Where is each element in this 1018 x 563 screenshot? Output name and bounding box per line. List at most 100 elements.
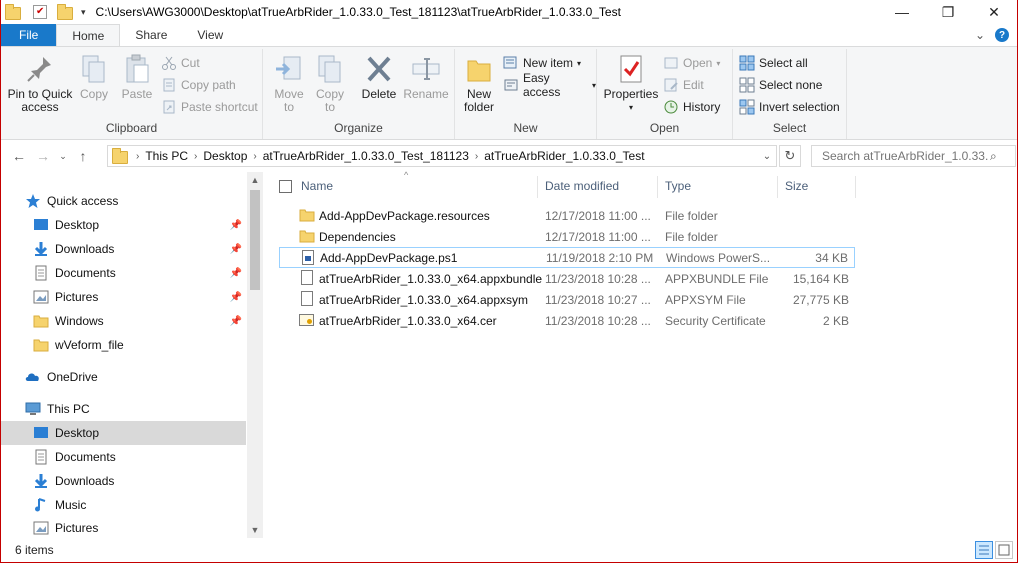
pin-icon: [25, 53, 55, 85]
scroll-up-icon[interactable]: ▲: [247, 172, 263, 188]
nav-pc-documents[interactable]: Documents: [1, 445, 246, 469]
window-title: C:\Users\AWG3000\Desktop\atTrueArbRider_…: [95, 5, 621, 19]
folder-icon: [112, 147, 128, 164]
refresh-button[interactable]: ↻: [779, 145, 801, 167]
file-row[interactable]: Add-AppDevPackage.resources 12/17/2018 1…: [279, 205, 855, 226]
rename-button[interactable]: Rename: [403, 53, 449, 101]
copy-button[interactable]: Copy: [77, 53, 111, 101]
nav-qa-documents[interactable]: Documents 📌: [1, 261, 246, 285]
address-bar[interactable]: › This PC › Desktop › atTrueArbRider_1.0…: [107, 145, 777, 167]
column-header-size[interactable]: Size: [785, 172, 855, 200]
maximize-button[interactable]: ❐: [925, 0, 971, 24]
address-dropdown-icon[interactable]: ⌄: [757, 145, 777, 167]
nav-qa-wveform-file[interactable]: wVeform_file: [1, 333, 246, 357]
paste-button[interactable]: Paste: [117, 53, 157, 101]
copy-to-button[interactable]: Copy to: [313, 53, 347, 114]
select-none-button[interactable]: Select none: [739, 75, 822, 95]
nav-this-pc[interactable]: This PC: [1, 397, 246, 421]
file-row[interactable]: atTrueArbRider_1.0.33.0_x64.cer 11/23/20…: [279, 310, 855, 331]
nav-qa-desktop[interactable]: Desktop 📌: [1, 213, 246, 237]
copy-path-icon: [161, 77, 177, 93]
chevron-right-icon: ›: [194, 150, 198, 162]
details-view-button[interactable]: [975, 541, 993, 559]
new-folder-button[interactable]: New folder: [461, 53, 497, 114]
move-to-button[interactable]: Move to: [269, 53, 309, 114]
back-button[interactable]: ←: [7, 148, 31, 164]
folder-icon: [299, 207, 315, 223]
large-icons-view-button[interactable]: [995, 541, 1013, 559]
file-row[interactable]: Add-AppDevPackage.ps1 11/19/2018 2:10 PM…: [279, 247, 855, 268]
copy-to-icon: [315, 53, 345, 85]
scroll-down-icon[interactable]: ▼: [247, 522, 263, 538]
select-all-checkbox[interactable]: [279, 180, 292, 193]
column-header-type[interactable]: Type: [665, 172, 777, 200]
pin-icon[interactable]: 📌: [230, 316, 242, 327]
properties-button[interactable]: Properties ▾: [603, 53, 659, 114]
nav-onedrive[interactable]: OneDrive: [1, 365, 246, 389]
cut-button[interactable]: Cut: [161, 53, 200, 73]
scroll-thumb[interactable]: [250, 190, 260, 290]
column-header-name[interactable]: Name: [301, 172, 537, 200]
properties-icon[interactable]: ✔: [33, 5, 47, 19]
open-button[interactable]: Open ▾: [663, 53, 720, 73]
nav-pc-pictures[interactable]: Pictures: [1, 517, 246, 538]
column-divider[interactable]: [855, 176, 856, 198]
folder-icon: [299, 228, 315, 244]
recent-locations-button[interactable]: ⌄: [55, 151, 71, 162]
nav-pc-desktop[interactable]: Desktop: [1, 421, 246, 445]
breadcrumb-test[interactable]: atTrueArbRider_1.0.33.0_Test: [484, 149, 644, 163]
column-header-date[interactable]: Date modified: [545, 172, 659, 200]
search-input[interactable]: [820, 148, 990, 164]
edit-button[interactable]: Edit: [663, 75, 704, 95]
column-divider[interactable]: [777, 176, 778, 198]
pin-icon[interactable]: 📌: [230, 268, 242, 279]
easy-access-button[interactable]: Easy access ▾: [503, 71, 596, 99]
search-icon[interactable]: ⌕: [990, 149, 997, 164]
new-item-dropdown-icon: ▾: [577, 58, 582, 68]
select-all-button[interactable]: Select all: [739, 53, 808, 73]
new-item-button[interactable]: New item ▾: [503, 53, 581, 73]
nav-pc-music[interactable]: Music: [1, 493, 246, 517]
tab-home[interactable]: Home: [56, 24, 121, 47]
breadcrumb-desktop[interactable]: Desktop: [203, 149, 247, 163]
pictures-icon: [33, 520, 49, 536]
up-button[interactable]: ↑: [71, 148, 95, 164]
delete-button[interactable]: Delete: [359, 53, 399, 101]
breadcrumb-this-pc[interactable]: This PC: [145, 149, 188, 163]
nav-scrollbar[interactable]: ▲ ▼: [247, 172, 263, 538]
nav-quick-access[interactable]: Quick access: [1, 189, 246, 213]
breadcrumb-test-181123[interactable]: atTrueArbRider_1.0.33.0_Test_181123: [263, 149, 469, 163]
help-icon[interactable]: ?: [995, 28, 1009, 42]
nav-qa-downloads[interactable]: Downloads 📌: [1, 237, 246, 261]
search-box[interactable]: ⌕: [811, 145, 1016, 167]
ribbon: Pin to Quick access Copy Paste Cut Copy …: [1, 46, 1017, 140]
file-row[interactable]: Dependencies 12/17/2018 11:00 ... File f…: [279, 226, 855, 247]
group-label-select: Select: [772, 121, 807, 135]
invert-selection-button[interactable]: Invert selection: [739, 97, 840, 117]
pin-icon[interactable]: 📌: [230, 244, 242, 255]
close-button[interactable]: ✕: [971, 0, 1017, 24]
tab-file[interactable]: File: [1, 24, 57, 46]
pin-icon[interactable]: 📌: [230, 220, 242, 231]
customize-toolbar-icon[interactable]: ▾: [81, 7, 86, 18]
invert-selection-icon: [739, 99, 755, 115]
column-divider[interactable]: [537, 176, 538, 198]
file-row[interactable]: atTrueArbRider_1.0.33.0_x64.appxsym 11/2…: [279, 289, 855, 310]
nav-qa-windows[interactable]: Windows 📌: [1, 309, 246, 333]
paste-shortcut-button[interactable]: Paste shortcut: [161, 97, 258, 117]
file-row[interactable]: atTrueArbRider_1.0.33.0_x64.appxbundle 1…: [279, 268, 855, 289]
minimize-button[interactable]: —: [879, 0, 925, 24]
nav-pc-downloads[interactable]: Downloads: [1, 469, 246, 493]
nav-qa-pictures[interactable]: Pictures 📌: [1, 285, 246, 309]
tab-share[interactable]: Share: [120, 24, 182, 46]
new-folder-icon[interactable]: [57, 4, 73, 20]
copy-path-button[interactable]: Copy path: [161, 75, 236, 95]
easy-access-dropdown-icon: ▾: [591, 80, 596, 90]
forward-button[interactable]: →: [31, 148, 55, 164]
expand-ribbon-icon[interactable]: ⌄: [975, 28, 985, 42]
pin-to-quick-access-button[interactable]: Pin to Quick access: [7, 53, 73, 114]
column-divider[interactable]: [657, 176, 658, 198]
pin-icon[interactable]: 📌: [230, 292, 242, 303]
tab-view[interactable]: View: [182, 24, 238, 46]
history-button[interactable]: History: [663, 97, 720, 117]
